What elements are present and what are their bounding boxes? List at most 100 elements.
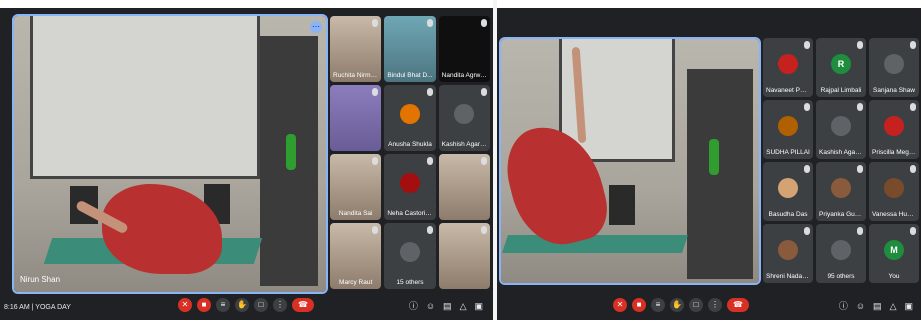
participant-tile[interactable]: Kashish Agarwal [438,85,490,151]
mic-muted-icon [804,41,810,49]
participant-tile[interactable]: Vanessa Hua R... [869,162,919,221]
participant-tile[interactable]: Ruchita Nirmala [330,16,382,82]
participant-name: Navaneet Pers... [766,87,810,94]
captions-icon[interactable]: ≡ [651,298,665,312]
participant-tile[interactable]: 15 others [384,223,436,289]
camera-off-icon[interactable]: ■ [197,298,211,312]
participant-tile[interactable]: Navaneet Pers... [763,38,813,97]
present-icon[interactable]: □ [689,298,703,312]
camera-off-icon[interactable]: ■ [632,298,646,312]
participant-tile[interactable]: 95 others [816,224,866,283]
lock-icon[interactable]: ▣ [474,300,483,312]
avatar [884,177,904,198]
avatar [831,177,851,198]
mic-muted-icon [910,227,916,235]
participant-tile[interactable]: Nandita Agrwa... [438,16,490,82]
participant-tile[interactable] [330,85,382,151]
present-icon[interactable]: □ [254,298,268,312]
hangup-icon[interactable]: ☎ [727,298,749,312]
chat-icon[interactable]: ▤ [873,300,882,312]
avatar [454,104,475,125]
participant-tile[interactable] [438,223,490,289]
presenter-name: Nirun Shan [20,275,61,284]
browser-strip [0,0,493,8]
mic-muted-icon [426,19,433,27]
mic-muted-icon [857,103,863,111]
lock-icon[interactable]: ▣ [904,300,913,312]
participant-tile[interactable] [438,154,490,220]
shelf [687,69,753,279]
participant-tile[interactable]: Nandita Sai [330,154,382,220]
avatar [778,53,798,74]
meeting-title: YOGA DAY [35,303,71,311]
mic-muted-icon [372,157,379,165]
side-controls: ⓘ ☺ ▤ △ ▣ [409,300,483,312]
participant-name: Bindul Bhat D... [387,72,433,79]
participant-tile[interactable]: M You [869,224,919,283]
participant-name: Kashish Agarwal [441,141,487,148]
mic-muted-icon [857,227,863,235]
avatar: R [831,53,851,74]
presenter-video[interactable] [499,37,761,285]
participant-tile[interactable]: Priscilla Meghn... [869,100,919,159]
more-icon[interactable]: ⋮ [273,298,287,312]
captions-icon[interactable]: ≡ [216,298,230,312]
participant-grid: Navaneet Pers... R Rajpal Limbali Sanjana S… [763,38,919,283]
participant-tile[interactable]: Bindul Bhat D... [384,16,436,82]
side-controls: ⓘ ☺ ▤ △ ▣ [839,300,913,312]
activities-icon[interactable]: △ [890,300,897,312]
participant-tile[interactable]: Kashish Agarwal [816,100,866,159]
bottom-bar: 8:16 AM | YOGA DAY ✕ ■ ≡ ✋ □ ⋮ ☎ ⓘ ☺ ▤ △… [0,294,493,320]
presenter-video[interactable]: Nirun Shan ⋯ [12,14,328,294]
activities-icon[interactable]: △ [460,300,467,312]
hangup-icon[interactable]: ☎ [292,298,314,312]
mic-muted-icon [480,88,487,96]
mic-muted-icon [480,226,487,234]
info-icon[interactable]: ⓘ [409,300,418,312]
mic-off-icon[interactable]: ✕ [613,298,627,312]
more-icon[interactable]: ⋮ [708,298,722,312]
mic-muted-icon [480,157,487,165]
mic-muted-icon [426,226,433,234]
participant-tile[interactable]: Anusha Shukla [384,85,436,151]
chat-icon[interactable]: ▤ [443,300,452,312]
participant-name: Marcy Raut [339,279,373,286]
mic-off-icon[interactable]: ✕ [178,298,192,312]
participant-tile[interactable]: Marcy Raut [330,223,382,289]
avatar [399,104,420,125]
mic-muted-icon [910,103,916,111]
mic-muted-icon [372,88,379,96]
projector-screen [30,16,260,179]
raise-hand-icon[interactable]: ✋ [670,298,684,312]
participant-tile[interactable]: SUDHA PILLAI [763,100,813,159]
avatar [399,173,420,194]
more-options-icon[interactable]: ⋯ [310,21,322,33]
mic-muted-icon [857,165,863,173]
participant-name: Ruchita Nirmala [333,72,379,79]
participant-name: 95 others [827,273,855,280]
participant-name: Shreni Nadaba g... [766,273,810,280]
bottle [709,139,719,175]
mic-muted-icon [426,88,433,96]
avatar [884,115,904,136]
participant-name: You [888,273,900,280]
participant-name: Rajpal Limbali [820,87,862,94]
mic-muted-icon [426,157,433,165]
participant-tile[interactable]: R Rajpal Limbali [816,38,866,97]
participant-tile[interactable]: Neha Castoriyo... [384,154,436,220]
mic-muted-icon [804,165,810,173]
mic-muted-icon [804,227,810,235]
raise-hand-icon[interactable]: ✋ [235,298,249,312]
avatar [884,53,904,74]
mic-muted-icon [910,165,916,173]
participant-tile[interactable]: Basudha Das [763,162,813,221]
avatar [778,115,798,136]
people-icon[interactable]: ☺ [426,300,435,312]
people-icon[interactable]: ☺ [856,300,865,312]
participant-tile[interactable]: Sanjana Shaw [869,38,919,97]
info-icon[interactable]: ⓘ [839,300,848,312]
avatar [399,242,420,263]
participant-tile[interactable]: Shreni Nadaba g... [763,224,813,283]
participant-tile[interactable]: Priyanka Gupta [816,162,866,221]
call-controls: ✕ ■ ≡ ✋ □ ⋮ ☎ [178,298,314,312]
